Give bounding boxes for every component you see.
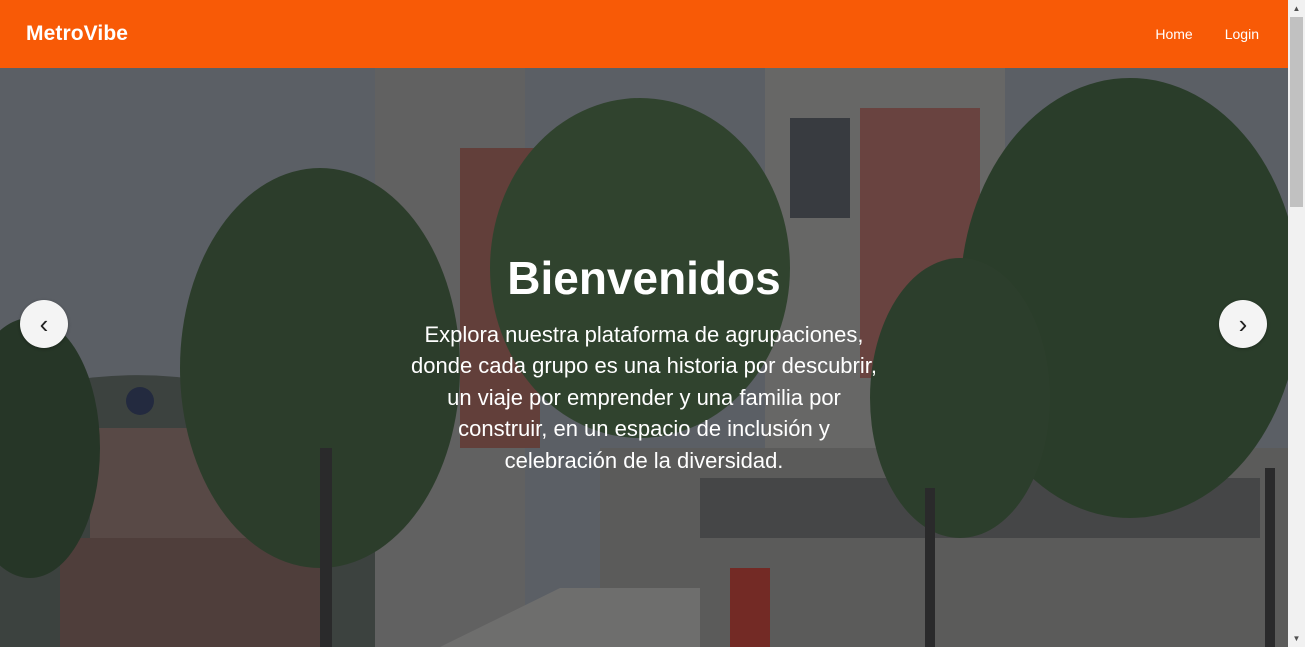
chevron-right-icon: › bbox=[1238, 309, 1248, 339]
hero-title: Bienvenidos bbox=[507, 252, 781, 304]
hero-carousel: Bienvenidos Explora nuestra plataforma d… bbox=[0, 68, 1288, 647]
hero-caption: Bienvenidos Explora nuestra plataforma d… bbox=[410, 252, 878, 476]
carousel-prev-button[interactable]: ‹ bbox=[20, 300, 68, 348]
scroll-down-arrow-icon[interactable]: ▼ bbox=[1288, 630, 1305, 647]
page: MetroVibe Home Login Bienvenidos Explora… bbox=[0, 0, 1305, 647]
navbar: MetroVibe Home Login bbox=[0, 0, 1288, 68]
brand-logo[interactable]: MetroVibe bbox=[26, 22, 128, 46]
nav-link-home[interactable]: Home bbox=[1155, 26, 1192, 42]
scroll-up-arrow-icon[interactable]: ▲ bbox=[1288, 0, 1305, 17]
scrollbar-thumb[interactable] bbox=[1290, 17, 1303, 207]
chevron-left-icon: ‹ bbox=[39, 309, 49, 339]
carousel-next-button[interactable]: › bbox=[1219, 300, 1267, 348]
nav-link-login[interactable]: Login bbox=[1225, 26, 1259, 42]
nav-links: Home Login bbox=[1155, 26, 1259, 42]
vertical-scrollbar[interactable]: ▲ ▼ bbox=[1288, 0, 1305, 647]
hero-text: Explora nuestra plataforma de agrupacion… bbox=[411, 321, 877, 473]
